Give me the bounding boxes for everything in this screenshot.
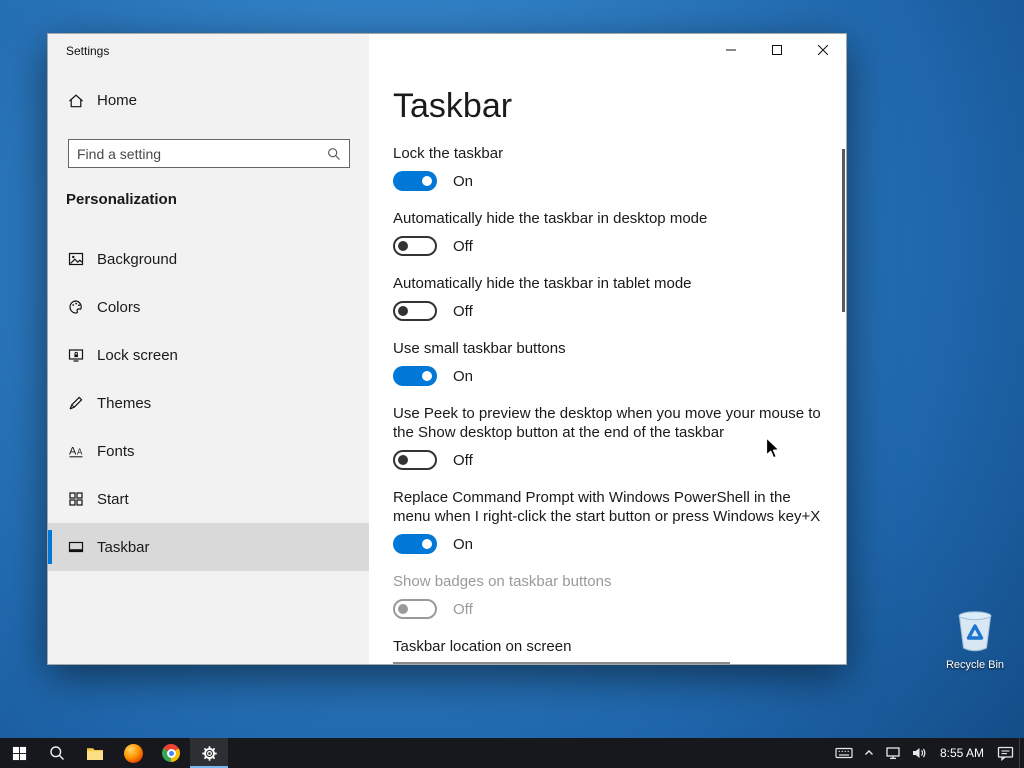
sidebar-item-home[interactable]: Home: [68, 92, 137, 109]
lock-screen-icon: [68, 349, 84, 362]
search-input[interactable]: [69, 145, 327, 162]
file-explorer-button[interactable]: [76, 738, 114, 768]
settings-window: Settings Home Personalization: [47, 33, 847, 665]
peek-toggle[interactable]: [393, 450, 437, 470]
action-center-icon: [997, 746, 1014, 761]
recycle-bin-glyph: [958, 611, 992, 652]
window-controls: [708, 34, 846, 66]
home-icon: [69, 93, 83, 107]
scrollbar-thumb[interactable]: [842, 149, 845, 312]
network-button[interactable]: [880, 738, 906, 768]
toggle-knob: [398, 241, 408, 251]
show-desktop-button[interactable]: [1019, 738, 1024, 768]
recycle-bin-icon[interactable]: Recycle Bin: [941, 610, 1009, 671]
chevron-up-icon: [864, 750, 873, 755]
colors-icon: [69, 300, 82, 314]
volume-icon: [912, 748, 926, 758]
taskbar-clock[interactable]: 8:55 AM: [932, 746, 992, 760]
sidebar-item-label: Colors: [97, 298, 141, 316]
minimize-button[interactable]: [708, 34, 754, 66]
setting-lock-taskbar: Lock the taskbar On: [393, 145, 504, 191]
file-explorer-icon: [87, 747, 103, 760]
windows-logo-icon: [12, 746, 26, 760]
system-taskbar: 8:55 AM: [0, 738, 1024, 768]
sidebar-item-label: Fonts: [97, 442, 135, 460]
close-icon: [818, 45, 828, 55]
sidebar-item-label: Taskbar: [97, 538, 150, 556]
taskbar-location-label: Taskbar location on screen: [393, 638, 572, 655]
toggle-knob: [422, 176, 432, 186]
setting-small-buttons: Use small taskbar buttons On: [393, 340, 566, 386]
taskbar-icon: [68, 541, 84, 553]
page-title: Taskbar: [393, 87, 513, 125]
settings-gear-icon: [201, 745, 217, 761]
toggle-state-label: Off: [453, 237, 473, 255]
close-button[interactable]: [800, 34, 846, 66]
maximize-button[interactable]: [754, 34, 800, 66]
firefox-icon: [123, 743, 143, 763]
hidden-icons-button[interactable]: [858, 738, 880, 768]
network-icon: [886, 747, 900, 760]
clock-time: 8:55 AM: [939, 746, 984, 760]
setting-powershell: Replace Command Prompt with Windows Powe…: [393, 489, 821, 554]
powershell-toggle[interactable]: [393, 534, 437, 554]
system-tray: 8:55 AM: [830, 738, 1024, 768]
sidebar-home-label: Home: [97, 92, 138, 109]
toggle-state-label: Off: [453, 451, 473, 469]
svg-text:A: A: [69, 446, 77, 458]
start-button[interactable]: [0, 738, 38, 768]
background-icon: [68, 252, 84, 266]
toggle-state-label: On: [453, 535, 474, 553]
window-title: Settings: [66, 44, 110, 58]
setting-autohide-desktop: Automatically hide the taskbar in deskto…: [393, 210, 708, 256]
taskbar-app-buttons: [0, 738, 228, 768]
maximize-icon: [772, 45, 782, 55]
action-center-button[interactable]: [992, 738, 1019, 768]
start-icon: [69, 492, 83, 506]
fonts-icon: AA: [69, 446, 83, 458]
toggle-state-label: On: [453, 172, 474, 190]
autohide-desktop-toggle[interactable]: [393, 236, 437, 256]
setting-badges: Show badges on taskbar buttons Off: [393, 573, 612, 619]
sidebar-item-label: Themes: [97, 394, 152, 412]
sidebar-section-title: Personalization: [66, 191, 177, 208]
touch-keyboard-icon: [835, 747, 853, 759]
chrome-icon: [162, 744, 180, 762]
toggle-knob: [398, 455, 408, 465]
volume-button[interactable]: [906, 738, 932, 768]
toggle-state-label: On: [453, 367, 474, 385]
taskbar-location-dropdown[interactable]: [393, 662, 730, 664]
setting-peek: Use Peek to preview the desktop when you…: [393, 405, 821, 470]
sidebar-item-label: Start: [97, 490, 129, 508]
settings-main-panel: Taskbar Lock the taskbar On Automaticall…: [369, 34, 846, 664]
toggle-knob: [398, 306, 408, 316]
settings-app-button[interactable]: [190, 738, 228, 768]
search-icon: [50, 746, 64, 760]
search-box: [68, 139, 350, 168]
search-icon: [327, 147, 349, 161]
desktop: Recycle Bin Settings Home Find a setting…: [0, 0, 1024, 768]
taskbar-search-button[interactable]: [38, 738, 76, 768]
toggle-knob: [422, 371, 432, 381]
toggle-knob: [422, 539, 432, 549]
toggle-knob: [398, 604, 408, 614]
toggle-state-label: Off: [453, 600, 473, 618]
sidebar-item-label: Lock screen: [97, 346, 178, 364]
minimize-icon: [726, 49, 736, 51]
recycle-bin-label: Recycle Bin: [945, 659, 1005, 671]
small-buttons-toggle[interactable]: [393, 366, 437, 386]
badges-toggle[interactable]: [393, 599, 437, 619]
sidebar-item-label: Background: [97, 250, 178, 268]
chrome-button[interactable]: [152, 738, 190, 768]
autohide-tablet-toggle[interactable]: [393, 301, 437, 321]
svg-text:A: A: [77, 448, 83, 457]
themes-icon: [69, 396, 83, 410]
touch-keyboard-button[interactable]: [830, 738, 858, 768]
setting-autohide-tablet: Automatically hide the taskbar in tablet…: [393, 275, 692, 321]
lock-taskbar-toggle[interactable]: [393, 171, 437, 191]
firefox-button[interactable]: [114, 738, 152, 768]
toggle-state-label: Off: [453, 302, 473, 320]
